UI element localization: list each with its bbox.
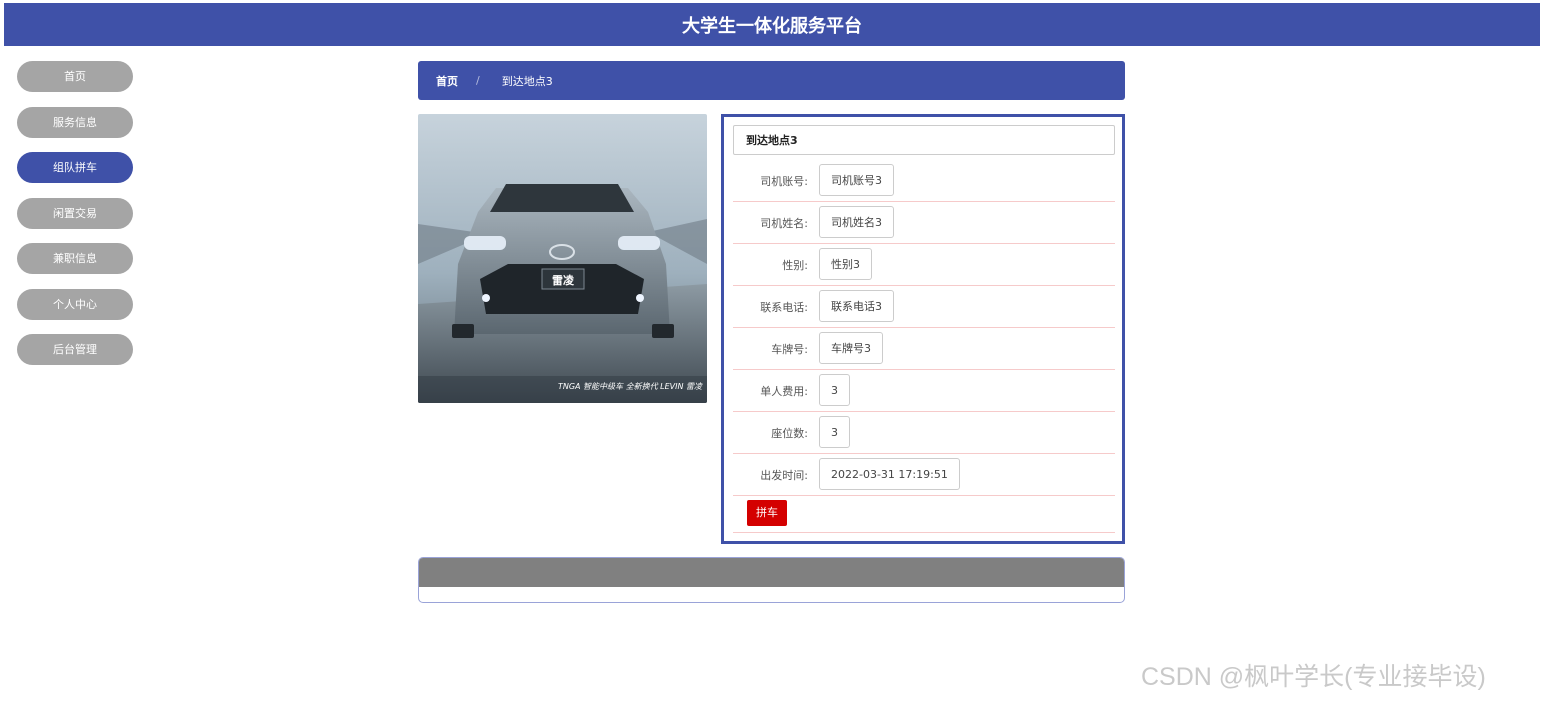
- field-value: 性别3: [819, 248, 872, 280]
- watermark: CSDN @枫叶学长(专业接毕设): [1141, 663, 1486, 691]
- field-value: 司机姓名3: [819, 206, 894, 238]
- destination-title: 到达地点3: [733, 125, 1115, 155]
- field-label: 车牌号:: [771, 342, 808, 356]
- field-row-seats: 座位数: 3: [733, 412, 1115, 454]
- action-row: 拼车: [733, 495, 1115, 533]
- field-row-driver-name: 司机姓名: 司机姓名3: [733, 202, 1115, 244]
- field-label: 出发时间:: [760, 468, 808, 482]
- breadcrumb: 首页 / 到达地点3: [418, 61, 1125, 100]
- field-row-driver-account: 司机账号: 司机账号3: [733, 160, 1115, 202]
- field-row-fare: 单人费用: 3: [733, 370, 1115, 412]
- sidebar-item-profile[interactable]: 个人中心: [17, 288, 133, 320]
- field-row-departure-time: 出发时间: 2022-03-31 17:19:51: [733, 454, 1115, 496]
- field-row-gender: 性别: 性别3: [733, 244, 1115, 286]
- field-value: 3: [819, 374, 850, 406]
- sidebar-item-carpool[interactable]: 组队拼车: [17, 152, 133, 183]
- breadcrumb-current: 到达地点3: [501, 74, 553, 88]
- field-value: 司机账号3: [819, 164, 894, 196]
- ad-caption-text: TNGA 智能中级车 全新换代 LEVIN 雷凌: [558, 382, 703, 391]
- field-row-phone: 联系电话: 联系电话3: [733, 286, 1115, 328]
- field-label: 单人费用:: [760, 384, 808, 398]
- app-header: 大学生一体化服务平台: [4, 3, 1540, 46]
- sidebar-item-admin[interactable]: 后台管理: [17, 334, 133, 365]
- app-title: 大学生一体化服务平台: [682, 15, 862, 37]
- field-value: 车牌号3: [819, 332, 883, 364]
- breadcrumb-home-link[interactable]: 首页: [436, 73, 458, 89]
- field-label: 性别:: [782, 258, 808, 272]
- field-label: 司机姓名:: [760, 216, 808, 230]
- field-label: 司机账号:: [760, 174, 808, 188]
- sidebar-item-second-hand[interactable]: 闲置交易: [17, 197, 133, 229]
- comment-panel-header: [419, 558, 1124, 587]
- sidebar-item-service-info[interactable]: 服务信息: [17, 106, 133, 138]
- car-plate-text: 雷凌: [552, 273, 575, 287]
- field-value: 联系电话3: [819, 290, 894, 322]
- sidebar-item-part-time[interactable]: 兼职信息: [17, 243, 133, 274]
- carpool-detail-panel: 到达地点3 司机账号: 司机账号3 司机姓名: 司机姓名3 性别: 性别3 联系…: [721, 114, 1125, 544]
- sidebar-item-home[interactable]: 首页: [17, 61, 133, 92]
- breadcrumb-separator: /: [476, 74, 480, 87]
- field-label: 联系电话:: [760, 300, 808, 314]
- field-value: 3: [819, 416, 850, 448]
- sidebar-nav: 首页 服务信息 组队拼车 闲置交易 兼职信息 个人中心 后台管理: [17, 61, 133, 380]
- carpool-button[interactable]: 拼车: [747, 500, 787, 526]
- field-value: 2022-03-31 17:19:51: [819, 458, 960, 490]
- field-row-plate-number: 车牌号: 车牌号3: [733, 328, 1115, 370]
- field-label: 座位数:: [771, 426, 808, 440]
- comment-panel: [418, 557, 1125, 603]
- car-photo: 雷凌 TNGA 智能中级车 全新换代 LEVIN 雷凌: [418, 114, 707, 403]
